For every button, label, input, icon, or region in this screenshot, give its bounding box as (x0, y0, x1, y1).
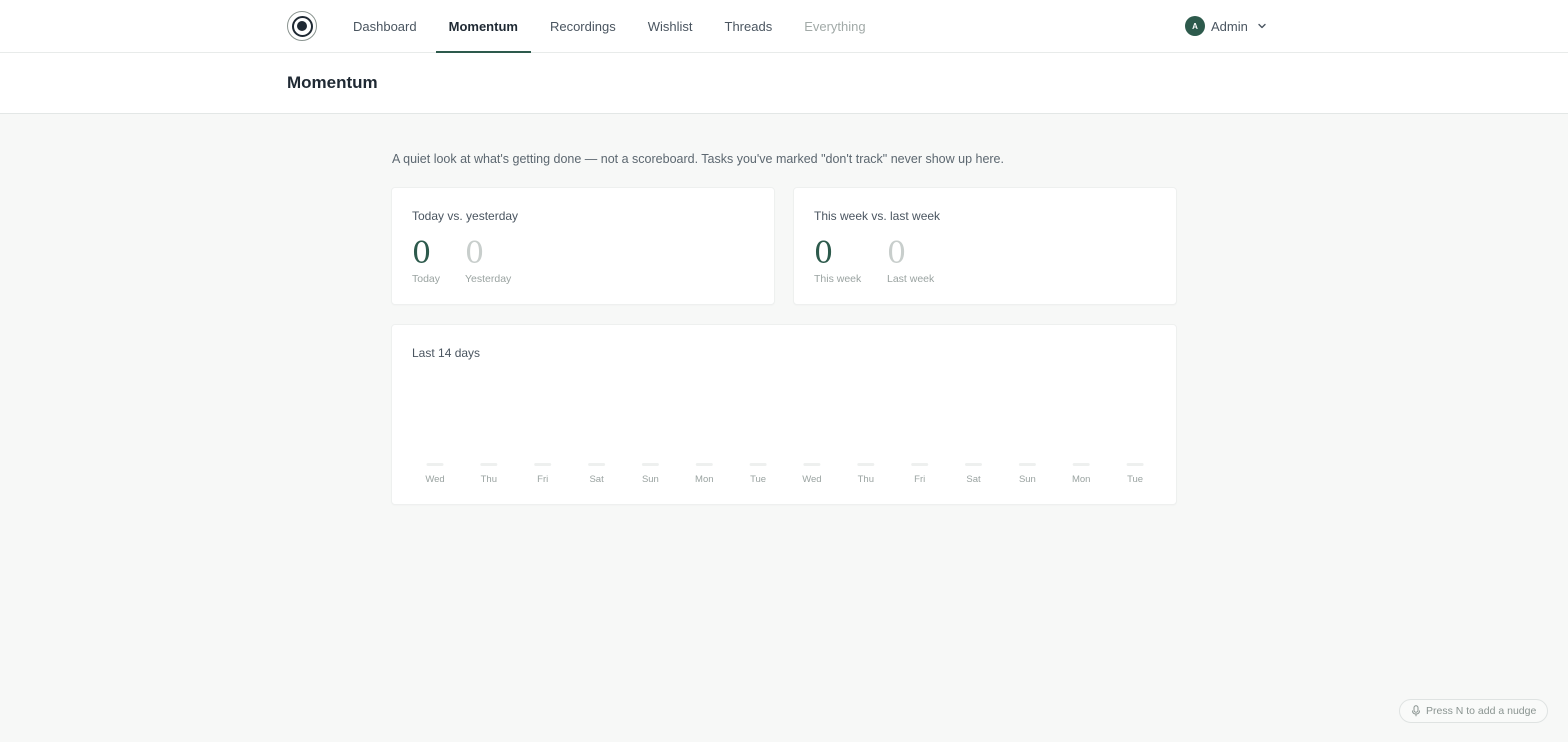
history-bar-chart: Wed Thu Fri Sat Sun Mon Tue Wed Thu Fri Sat Sun Mon T… (425, 463, 1144, 485)
nav-threads[interactable]: Threads (709, 0, 789, 53)
card-title: This week vs. last week (814, 209, 941, 223)
user-name: Admin (1211, 18, 1248, 34)
chart-bar (911, 463, 929, 466)
logo-dot (297, 21, 307, 31)
yesterday-stat: 0 Yesterday (465, 236, 512, 286)
chart-tick-label: Sat (589, 474, 604, 485)
chart-tick-label: Fri (537, 474, 548, 485)
chart-tick-label: Wed (425, 474, 444, 485)
last-week-label: Last week (887, 273, 935, 285)
weekly-comparison-card: This week vs. last week 0 This week 0 La… (793, 187, 1177, 305)
chart-bar (534, 463, 552, 466)
chart-bar (965, 463, 982, 466)
history-chart-card: Last 14 days Wed Thu Fri Sat Sun Mon Tue Wed Thu… (391, 324, 1177, 505)
logo-ring (291, 15, 313, 37)
this-week-stat: 0 This week (814, 236, 862, 286)
chart-tick-label: Tue (750, 474, 766, 485)
chevron-down-icon (1258, 23, 1266, 29)
yesterday-count: 0 (465, 236, 485, 271)
nudge-label: Press N to add a nudge (1426, 705, 1537, 717)
chart-tick-label: Sun (1019, 474, 1036, 485)
page-title: Momentum (287, 73, 378, 92)
chart-bar (803, 463, 821, 466)
chart-bar (695, 463, 713, 466)
chart-tick-label: Mon (695, 474, 713, 485)
nav-everything[interactable]: Everything (788, 0, 881, 53)
chart-bar (641, 463, 659, 466)
last-week-stat: 0 Last week (887, 236, 935, 286)
app-logo[interactable] (287, 11, 317, 41)
avatar: A (1185, 16, 1205, 36)
today-count: 0 (412, 236, 432, 271)
this-week-label: This week (814, 273, 862, 285)
daily-comparison-card: Today vs. yesterday 0 Today 0 Yesterday (391, 187, 775, 305)
chart-tick-label: Thu (858, 474, 874, 485)
nav-momentum[interactable]: Momentum (433, 0, 534, 53)
chart-bar (1072, 463, 1090, 466)
chart-bar (1018, 463, 1036, 466)
user-menu[interactable]: A Admin (1185, 16, 1267, 36)
chart-bar (857, 463, 875, 466)
chart-tick-label: Tue (1127, 474, 1143, 485)
top-nav-bar: Dashboard Momentum Recordings Wishlist T… (0, 0, 1568, 53)
intro-text: A quiet look at what's getting done — no… (392, 152, 1004, 166)
chart-bar (480, 463, 498, 466)
page-header: Momentum (0, 53, 1568, 114)
chart-bar (749, 463, 767, 466)
card-title: Today vs. yesterday (412, 209, 519, 223)
chart-tick-label: Mon (1072, 474, 1090, 485)
nav-wishlist[interactable]: Wishlist (632, 0, 709, 53)
chart-tick-label: Thu (481, 474, 497, 485)
chart-tick-label: Sun (642, 474, 659, 485)
today-label: Today (412, 273, 441, 285)
chart-bar (1126, 463, 1144, 466)
chart-bar (426, 463, 444, 466)
today-stat: 0 Today (412, 236, 441, 286)
yesterday-label: Yesterday (465, 273, 512, 285)
chart-tick-label: Fri (914, 474, 925, 485)
chart-tick-label: Wed (802, 474, 821, 485)
microphone-icon (1412, 705, 1420, 717)
this-week-count: 0 (814, 236, 834, 271)
last-week-count: 0 (887, 236, 907, 271)
chart-tick-label: Sat (966, 474, 981, 485)
nav-dashboard[interactable]: Dashboard (337, 0, 433, 53)
main-nav: Dashboard Momentum Recordings Wishlist T… (337, 0, 882, 53)
nav-recordings[interactable]: Recordings (534, 0, 632, 53)
chart-bar (588, 463, 606, 466)
add-nudge-button[interactable]: Press N to add a nudge (1399, 699, 1548, 723)
